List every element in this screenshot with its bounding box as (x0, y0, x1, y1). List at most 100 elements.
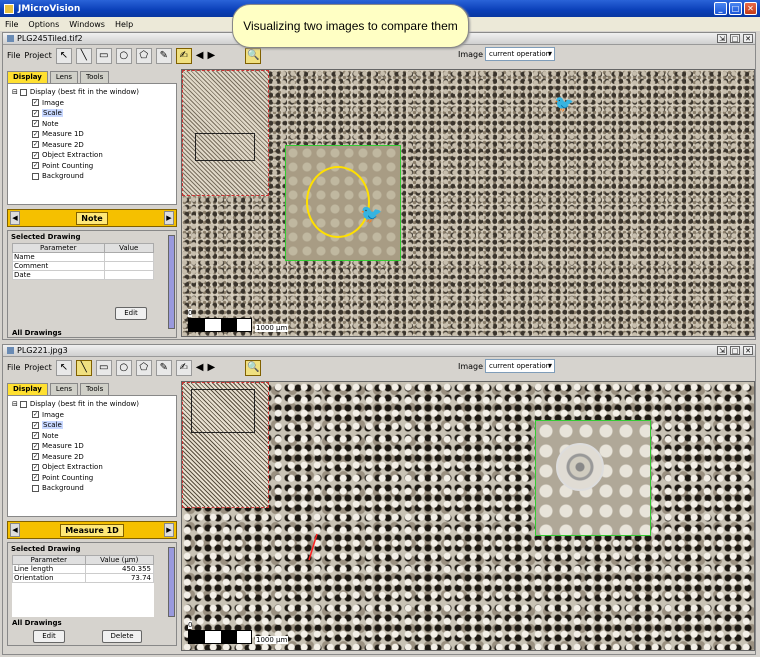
scrollbar[interactable] (168, 547, 175, 617)
prev-mode-icon[interactable]: ◀ (10, 523, 20, 537)
note-tool-icon[interactable]: ✍ (175, 47, 192, 64)
display-checkbox[interactable] (19, 88, 27, 96)
rectangle-tool-icon[interactable]: ▭ (95, 47, 112, 64)
line-tool-icon[interactable]: ╲ (75, 359, 92, 376)
note-mascot-icon[interactable]: 🐦 (360, 204, 382, 225)
scrollbar[interactable] (168, 235, 175, 329)
tree-item-background[interactable]: Background (42, 484, 84, 492)
tree-item-point-counting[interactable]: Point Counting (42, 474, 93, 482)
tree-item-measure-1d[interactable]: Measure 1D (42, 442, 84, 450)
previous-arrow-icon[interactable]: ◀ (196, 362, 204, 373)
checkbox-image[interactable]: ✓ (32, 411, 39, 419)
tab-tools[interactable]: Tools (80, 383, 110, 395)
image-select[interactable]: current operation (485, 47, 555, 61)
note-tool-icon[interactable]: ✍ (175, 359, 192, 376)
menu-options[interactable]: Options (28, 20, 59, 29)
checkbox-background[interactable] (32, 172, 39, 180)
tree-item-image[interactable]: Image (42, 99, 64, 107)
tree-item-background[interactable]: Background (42, 172, 84, 180)
checkbox-object-extraction[interactable]: ✓ (32, 151, 39, 159)
tab-lens[interactable]: Lens (49, 71, 79, 83)
next-arrow-icon[interactable]: ▶ (207, 50, 215, 61)
image-select[interactable]: current operation (485, 359, 555, 373)
menu-windows[interactable]: Windows (69, 20, 105, 29)
menu-file[interactable]: File (5, 20, 18, 29)
checkbox-note[interactable]: ✓ (32, 432, 39, 440)
display-checkbox[interactable] (19, 400, 27, 408)
delete-button[interactable]: Delete (102, 630, 142, 643)
freehand-tool-icon[interactable]: ✎ (155, 359, 172, 376)
image-viewer[interactable]: 🐦 🐦 0 1000 µm (181, 69, 755, 337)
checkbox-measure-2d[interactable]: ✓ (32, 453, 39, 461)
checkbox-point-counting[interactable]: ✓ (32, 474, 39, 482)
overview-viewport-rect[interactable] (195, 133, 255, 161)
image-viewer[interactable]: 0 1000 µm (181, 381, 755, 651)
note-mascot-icon[interactable]: 🐦 (554, 94, 574, 113)
tree-item-scale[interactable]: Scale (42, 421, 63, 430)
tab-display[interactable]: Display (7, 383, 48, 395)
tree-item-measure-2d[interactable]: Measure 2D (42, 453, 84, 461)
checkbox-point-counting[interactable]: ✓ (32, 162, 39, 170)
line-tool-icon[interactable]: ╲ (75, 47, 92, 64)
tree-item-measure-2d[interactable]: Measure 2D (42, 141, 84, 149)
menu-help[interactable]: Help (115, 20, 133, 29)
checkbox-scale[interactable]: ✓ (32, 109, 39, 117)
maximize-icon[interactable]: □ (729, 2, 742, 15)
next-mode-icon[interactable]: ▶ (163, 211, 174, 225)
overview-thumbnail[interactable] (182, 70, 269, 196)
maximize-icon[interactable]: □ (730, 34, 740, 43)
rectangle-tool-icon[interactable]: ▭ (95, 359, 112, 376)
previous-arrow-icon[interactable]: ◀ (196, 50, 204, 61)
tree-item-note[interactable]: Note (42, 120, 59, 128)
tab-lens[interactable]: Lens (49, 383, 79, 395)
tree-item-point-counting[interactable]: Point Counting (42, 162, 93, 170)
checkbox-measure-2d[interactable]: ✓ (32, 141, 39, 149)
project-menu[interactable]: Project (24, 363, 51, 372)
table-row[interactable]: Name (12, 252, 155, 262)
table-row[interactable]: Comment (12, 261, 155, 271)
ellipse-tool-icon[interactable]: ○ (115, 47, 132, 64)
checkbox-image[interactable]: ✓ (32, 99, 39, 107)
checkbox-measure-1d[interactable]: ✓ (32, 130, 39, 138)
tab-tools[interactable]: Tools (80, 71, 110, 83)
note-ellipse[interactable] (306, 166, 370, 238)
polygon-tool-icon[interactable]: ⬠ (135, 359, 152, 376)
prev-mode-icon[interactable]: ◀ (10, 211, 20, 225)
polygon-tool-icon[interactable]: ⬠ (135, 47, 152, 64)
edit-button[interactable]: Edit (115, 307, 147, 320)
freehand-tool-icon[interactable]: ✎ (155, 47, 172, 64)
tree-item-object-extraction[interactable]: Object Extraction (42, 151, 103, 159)
close-icon[interactable]: ✕ (743, 34, 753, 43)
table-row[interactable]: Date (12, 270, 155, 280)
file-menu[interactable]: File (7, 363, 20, 372)
close-icon[interactable]: ✕ (743, 346, 753, 355)
next-mode-icon[interactable]: ▶ (163, 523, 174, 537)
project-menu[interactable]: Project (24, 51, 51, 60)
checkbox-object-extraction[interactable]: ✓ (32, 463, 39, 471)
tree-item-image[interactable]: Image (42, 411, 64, 419)
file-menu[interactable]: File (7, 51, 20, 60)
checkbox-measure-1d[interactable]: ✓ (32, 442, 39, 450)
close-icon[interactable]: ✕ (744, 2, 757, 15)
tree-item-note[interactable]: Note (42, 432, 59, 440)
zoom-icon[interactable]: 🔍 (245, 359, 262, 376)
checkbox-background[interactable] (32, 484, 39, 492)
edit-button[interactable]: Edit (33, 630, 65, 643)
tree-item-measure-1d[interactable]: Measure 1D (42, 130, 84, 138)
restore-icon[interactable]: ⇲ (717, 34, 727, 43)
tree-item-object-extraction[interactable]: Object Extraction (42, 463, 103, 471)
pointer-tool-icon[interactable]: ↖ (55, 47, 72, 64)
tree-item-scale[interactable]: Scale (42, 109, 63, 118)
pointer-tool-icon[interactable]: ↖ (55, 359, 72, 376)
table-row[interactable]: Line length 450.355 (12, 564, 155, 574)
lens-zoom-box[interactable]: 🐦 (285, 145, 401, 261)
maximize-icon[interactable]: □ (730, 346, 740, 355)
checkbox-scale[interactable]: ✓ (32, 421, 39, 429)
tab-display[interactable]: Display (7, 71, 48, 83)
checkbox-note[interactable]: ✓ (32, 120, 39, 128)
zoom-icon[interactable]: 🔍 (245, 47, 262, 64)
minimize-icon[interactable]: _ (714, 2, 727, 15)
next-arrow-icon[interactable]: ▶ (207, 362, 215, 373)
table-row[interactable]: Orientation 73.74 (12, 573, 155, 583)
restore-icon[interactable]: ⇲ (717, 346, 727, 355)
